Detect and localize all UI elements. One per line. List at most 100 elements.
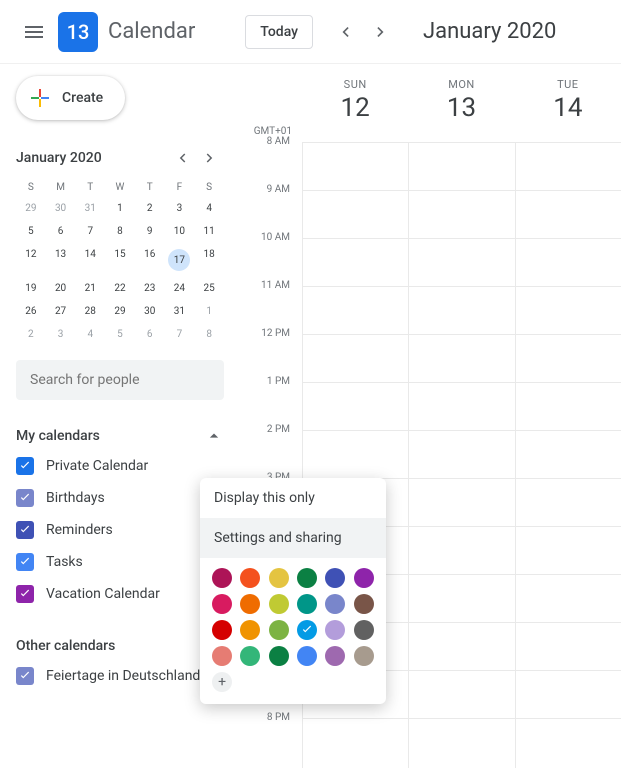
mini-day[interactable]: 23 <box>135 277 165 300</box>
color-swatch[interactable] <box>240 646 260 666</box>
mini-day[interactable]: 24 <box>165 277 195 300</box>
mini-day[interactable]: 31 <box>75 197 105 220</box>
mini-day[interactable]: 2 <box>135 197 165 220</box>
hour-row[interactable]: 9 AM <box>240 190 621 238</box>
hour-row[interactable]: 12 PM <box>240 334 621 382</box>
mini-day[interactable]: 8 <box>105 220 135 243</box>
color-swatch[interactable] <box>240 568 260 588</box>
calendar-checkbox[interactable] <box>16 457 34 475</box>
mini-day[interactable]: 14 <box>75 243 105 277</box>
main-menu-button[interactable] <box>10 8 58 56</box>
color-swatch[interactable] <box>212 620 232 640</box>
hour-row[interactable]: 8 AM <box>240 142 621 190</box>
calendar-item[interactable]: Feiertage in Deutschland <box>16 660 224 692</box>
color-swatch[interactable] <box>269 568 289 588</box>
mini-day[interactable]: 18 <box>194 243 224 277</box>
day-column-header[interactable]: TUE14 <box>515 64 621 123</box>
color-swatch[interactable] <box>325 568 345 588</box>
color-swatch[interactable] <box>325 620 345 640</box>
add-color-button[interactable]: + <box>212 672 232 692</box>
mini-day[interactable]: 8 <box>194 323 224 346</box>
hour-row[interactable]: 2 PM <box>240 430 621 478</box>
mini-day[interactable]: 30 <box>135 300 165 323</box>
mini-day[interactable]: 12 <box>16 243 46 277</box>
mini-day[interactable]: 29 <box>16 197 46 220</box>
calendar-checkbox[interactable] <box>16 521 34 539</box>
calendar-item[interactable]: Vacation Calendar <box>16 578 224 610</box>
mini-day[interactable]: 16 <box>135 243 165 277</box>
mini-day[interactable]: 5 <box>16 220 46 243</box>
mini-day[interactable]: 30 <box>46 197 76 220</box>
color-swatch[interactable] <box>354 620 374 640</box>
color-swatch[interactable] <box>297 646 317 666</box>
day-column-header[interactable]: SUN12 <box>302 64 408 123</box>
today-button[interactable]: Today <box>245 15 313 49</box>
mini-day[interactable]: 15 <box>105 243 135 277</box>
calendar-checkbox[interactable] <box>16 667 34 685</box>
day-column-header[interactable]: MON13 <box>408 64 514 123</box>
color-swatch[interactable] <box>212 568 232 588</box>
mini-day[interactable]: 17 <box>165 243 195 277</box>
mini-day[interactable]: 25 <box>194 277 224 300</box>
mini-day[interactable]: 21 <box>75 277 105 300</box>
mini-day[interactable]: 28 <box>75 300 105 323</box>
next-period-button[interactable] <box>363 14 399 50</box>
mini-day[interactable]: 4 <box>194 197 224 220</box>
color-swatch[interactable] <box>325 646 345 666</box>
color-swatch[interactable] <box>297 568 317 588</box>
mini-day[interactable]: 19 <box>16 277 46 300</box>
hour-row[interactable]: 11 AM <box>240 286 621 334</box>
mini-day[interactable]: 5 <box>105 323 135 346</box>
mini-day[interactable]: 2 <box>16 323 46 346</box>
mini-day[interactable]: 4 <box>75 323 105 346</box>
hour-row[interactable]: 8 PM <box>240 718 621 766</box>
prev-period-button[interactable] <box>327 14 363 50</box>
color-swatch[interactable] <box>354 646 374 666</box>
mini-next-button[interactable] <box>196 144 224 172</box>
calendar-checkbox[interactable] <box>16 553 34 571</box>
mini-day[interactable]: 20 <box>46 277 76 300</box>
settings-and-sharing-item[interactable]: Settings and sharing <box>200 518 386 558</box>
color-swatch[interactable] <box>269 646 289 666</box>
color-swatch[interactable] <box>212 646 232 666</box>
mini-day[interactable]: 3 <box>165 197 195 220</box>
mini-day[interactable]: 10 <box>165 220 195 243</box>
mini-prev-button[interactable] <box>168 144 196 172</box>
calendar-checkbox[interactable] <box>16 585 34 603</box>
color-swatch[interactable] <box>240 620 260 640</box>
color-swatch[interactable] <box>354 594 374 614</box>
mini-day[interactable]: 11 <box>194 220 224 243</box>
mini-day[interactable]: 9 <box>135 220 165 243</box>
mini-day[interactable]: 1 <box>105 197 135 220</box>
mini-day[interactable]: 7 <box>75 220 105 243</box>
calendar-item[interactable]: Tasks <box>16 546 224 578</box>
create-button[interactable]: Create <box>16 76 125 120</box>
mini-day[interactable]: 22 <box>105 277 135 300</box>
color-swatch[interactable] <box>212 594 232 614</box>
other-calendars-toggle[interactable]: Other calendars <box>16 632 224 660</box>
color-swatch[interactable] <box>297 620 317 640</box>
mini-day[interactable]: 27 <box>46 300 76 323</box>
color-swatch[interactable] <box>269 594 289 614</box>
mini-day[interactable]: 1 <box>194 300 224 323</box>
mini-day[interactable]: 26 <box>16 300 46 323</box>
display-this-only-item[interactable]: Display this only <box>200 478 386 518</box>
calendar-checkbox[interactable] <box>16 489 34 507</box>
search-people-input[interactable] <box>16 360 224 400</box>
calendar-item[interactable]: Birthdays <box>16 482 224 514</box>
mini-day[interactable]: 6 <box>135 323 165 346</box>
mini-day[interactable]: 6 <box>46 220 76 243</box>
my-calendars-toggle[interactable]: My calendars <box>16 422 224 450</box>
mini-day[interactable]: 29 <box>105 300 135 323</box>
color-swatch[interactable] <box>325 594 345 614</box>
hour-row[interactable]: 1 PM <box>240 382 621 430</box>
mini-day[interactable]: 7 <box>165 323 195 346</box>
mini-day[interactable]: 3 <box>46 323 76 346</box>
mini-day[interactable]: 13 <box>46 243 76 277</box>
hour-row[interactable]: 10 AM <box>240 238 621 286</box>
color-swatch[interactable] <box>240 594 260 614</box>
color-swatch[interactable] <box>297 594 317 614</box>
color-swatch[interactable] <box>354 568 374 588</box>
calendar-item[interactable]: Reminders <box>16 514 224 546</box>
color-swatch[interactable] <box>269 620 289 640</box>
